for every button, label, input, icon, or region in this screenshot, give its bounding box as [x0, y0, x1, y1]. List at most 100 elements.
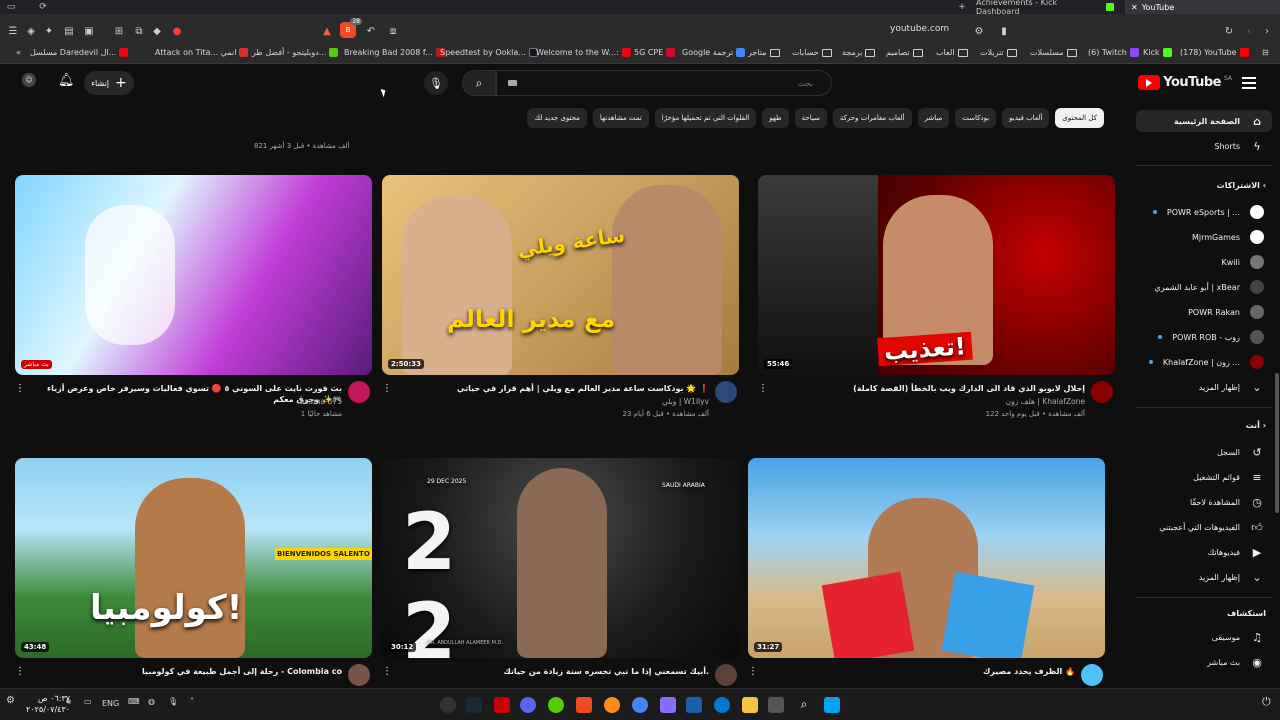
bookmark-folder[interactable]: حسابات	[792, 48, 832, 57]
bookmark-item[interactable]: Kick	[1143, 48, 1172, 57]
video-card[interactable]: 20 26 29 DEC 2025 SAUDI ARABIA DR. ABDUL…	[382, 458, 739, 686]
video-card[interactable]: تعذيب! 55:46 إحلال لابوبو الذي قاد الى ا…	[758, 175, 1115, 418]
video-card[interactable]: بث مباشر بث فورت نايت على السوني ٥ 🔴 تسو…	[15, 175, 372, 418]
chrome-icon[interactable]	[632, 697, 648, 713]
video-card[interactable]: BIENVENIDOS SALENTO كولومبيا! 43:48 رحلة…	[15, 458, 372, 686]
bookmark-folder[interactable]: العاب	[936, 48, 968, 57]
channel-avatar[interactable]	[348, 381, 370, 403]
channel-avatar[interactable]	[1091, 381, 1113, 403]
sidebar-item-playlists[interactable]: قوائم التشغيل ≡	[1136, 466, 1272, 488]
tab-kick-dashboard[interactable]: Achievements - Kick Dashboard	[970, 0, 1120, 16]
sidebar-item-live[interactable]: بث مباشر ◉	[1136, 651, 1272, 673]
youtube-logo[interactable]: YouTube SA	[1138, 75, 1232, 90]
chip-action-adventure[interactable]: ألعاب مغامرات وحركة	[832, 108, 912, 128]
chip-podcasts[interactable]: بودكاست	[955, 108, 997, 128]
bookmark-item[interactable]: Google ترجمة	[682, 48, 746, 57]
video-thumbnail[interactable]: ساعة ويلي مع مدير العالم 2:50:33	[382, 175, 739, 375]
close-icon[interactable]: ✕	[1131, 3, 1138, 12]
bookmark-folder[interactable]: تصاميم	[886, 48, 923, 57]
sidebar-item-your-videos[interactable]: فيديوهاتك ▶	[1136, 541, 1272, 563]
bookmarks-menu-icon[interactable]: ⊟	[1262, 48, 1269, 57]
menu-icon[interactable]: ☰	[6, 24, 20, 38]
video-thumbnail[interactable]: بث مباشر	[15, 175, 372, 375]
channel-avatar[interactable]	[1081, 664, 1103, 686]
channel-name[interactable]: ويلي | W1llyv	[662, 397, 709, 406]
record-icon[interactable]: ●	[170, 24, 184, 38]
sidebar-item-subscription[interactable]: أبو عابد الشمري | xBear	[1136, 276, 1272, 298]
sidebar-show-more[interactable]: إظهار المزيد ⌄	[1136, 566, 1272, 588]
channel-avatar[interactable]	[715, 381, 737, 403]
address-bar[interactable]: youtube.com	[890, 24, 949, 34]
video-title[interactable]: إحلال لابوبو الذي قاد الى الدارك ويب بال…	[785, 383, 1085, 394]
more-options-icon[interactable]: ⋮	[15, 666, 25, 677]
tab-youtube[interactable]: ✕ YouTube	[1125, 0, 1280, 14]
keyboard-icon[interactable]	[508, 80, 517, 86]
panel-icon[interactable]: ▣	[82, 24, 96, 38]
bookmark-item[interactable]: Attack on Tita... انمي	[155, 48, 249, 57]
keyboard-icon[interactable]: ⌨	[128, 697, 140, 706]
video-thumbnail[interactable]: 31:27	[748, 458, 1105, 658]
app-icon[interactable]	[494, 697, 510, 713]
tune-icon[interactable]: ⚙	[972, 24, 986, 38]
more-options-icon[interactable]: ⋮	[382, 383, 392, 394]
sidebar-item-watch-later[interactable]: المشاهدة لاحقًا ◷	[1136, 491, 1272, 513]
triangle-icon[interactable]: ▲	[320, 24, 334, 38]
bookmark-item[interactable]: مسلسل Daredevil ال...	[30, 48, 129, 57]
bookmark-icon[interactable]: ▮	[997, 24, 1011, 38]
chip-recently-uploaded[interactable]: الفلوات التي تم تحميلها مؤخرًا	[654, 108, 757, 128]
video-thumbnail[interactable]: تعذيب! 55:46	[758, 175, 1115, 375]
chip-travel[interactable]: سياحة	[794, 108, 827, 128]
video-title[interactable]: بث فورت نايت على السوني ٥ 🔴 تسوي فعاليات…	[42, 383, 342, 405]
bookmark-item[interactable]: 5G CPE	[634, 48, 676, 57]
shield-icon[interactable]: ◈	[24, 24, 38, 38]
duolingo-icon[interactable]	[548, 697, 564, 713]
search-button[interactable]: ⌕	[462, 70, 496, 96]
globe-icon[interactable]: ◍	[148, 697, 155, 706]
app-icon[interactable]	[660, 697, 676, 713]
bookmark-item[interactable]: (178) YouTube	[1180, 48, 1249, 57]
chip-games[interactable]: ألعاب فيديو	[1002, 108, 1050, 128]
bookmark-item[interactable]: (6) Twitch	[1088, 48, 1139, 57]
bookmark-folder[interactable]: برمجة	[842, 48, 876, 57]
channel-name[interactable]: هلف زون | KhalafZone	[1006, 397, 1085, 406]
firefox-icon[interactable]	[604, 697, 620, 713]
chip-cooking[interactable]: طهو	[762, 108, 789, 128]
video-thumbnail[interactable]: 20 26 29 DEC 2025 SAUDI ARABIA DR. ABDUL…	[382, 458, 739, 658]
screenshot-icon[interactable]: ⊞	[112, 24, 126, 38]
sidebar-item-home[interactable]: الصفحة الرئيسية ⌂	[1136, 110, 1272, 132]
sidebar-show-more[interactable]: إظهار المزيد ⌄	[1136, 376, 1272, 398]
sidebar-item-subscription[interactable]: Kwili	[1136, 251, 1272, 273]
scrollbar[interactable]	[1275, 373, 1279, 513]
puzzle-icon[interactable]: ✦	[42, 24, 56, 38]
search-icon[interactable]: ⌕	[796, 697, 812, 713]
channel-avatar[interactable]	[348, 664, 370, 686]
task-view-icon[interactable]	[768, 697, 784, 713]
chip-all[interactable]: كل المحتوى	[1055, 108, 1104, 128]
settings-icon[interactable]: ⚙	[6, 695, 15, 706]
brave-icon[interactable]	[576, 697, 592, 713]
bookmark-item[interactable]: دوبليتجو - أفضل طر...	[252, 48, 339, 57]
network-icon[interactable]: ▭	[84, 697, 92, 706]
discord-icon[interactable]	[520, 697, 536, 713]
volume-icon[interactable]: 🔊︎	[66, 697, 71, 707]
video-title[interactable]: أبيك تسمعني إذا ما تبي تخسره سنة زيادة م…	[409, 666, 709, 677]
brave-shield-icon[interactable]: B 28	[340, 18, 362, 38]
video-title[interactable]: رحلة إلى أجمل طبيعة في كولومبيا - Colomb…	[42, 666, 342, 677]
reload-icon[interactable]: ↻	[1222, 24, 1236, 38]
back-icon[interactable]: ‹	[1242, 24, 1256, 38]
bookmark-item[interactable]: Breaking Bad 2008 f...	[344, 48, 445, 57]
sidebar-item-shorts[interactable]: Shorts ϟ	[1136, 135, 1272, 157]
voice-search-button[interactable]: 🎙︎	[424, 71, 448, 95]
mic-icon[interactable]: 🎙︎	[168, 697, 178, 706]
power-icon[interactable]: ⏻	[1262, 695, 1271, 709]
channel-avatar[interactable]	[715, 664, 737, 686]
avatar[interactable]: ☺	[22, 73, 36, 87]
more-options-icon[interactable]: ⋮	[382, 666, 392, 677]
hamburger-menu-icon[interactable]	[1242, 77, 1256, 89]
you-heading[interactable]: أنت ›	[1246, 421, 1266, 430]
edge-icon[interactable]	[714, 697, 730, 713]
bookmark-folder[interactable]: تنزيلات	[980, 48, 1017, 57]
bookmark-folder[interactable]: متاجر	[748, 48, 780, 57]
app-icon[interactable]	[686, 697, 702, 713]
steam-icon[interactable]	[466, 697, 482, 713]
